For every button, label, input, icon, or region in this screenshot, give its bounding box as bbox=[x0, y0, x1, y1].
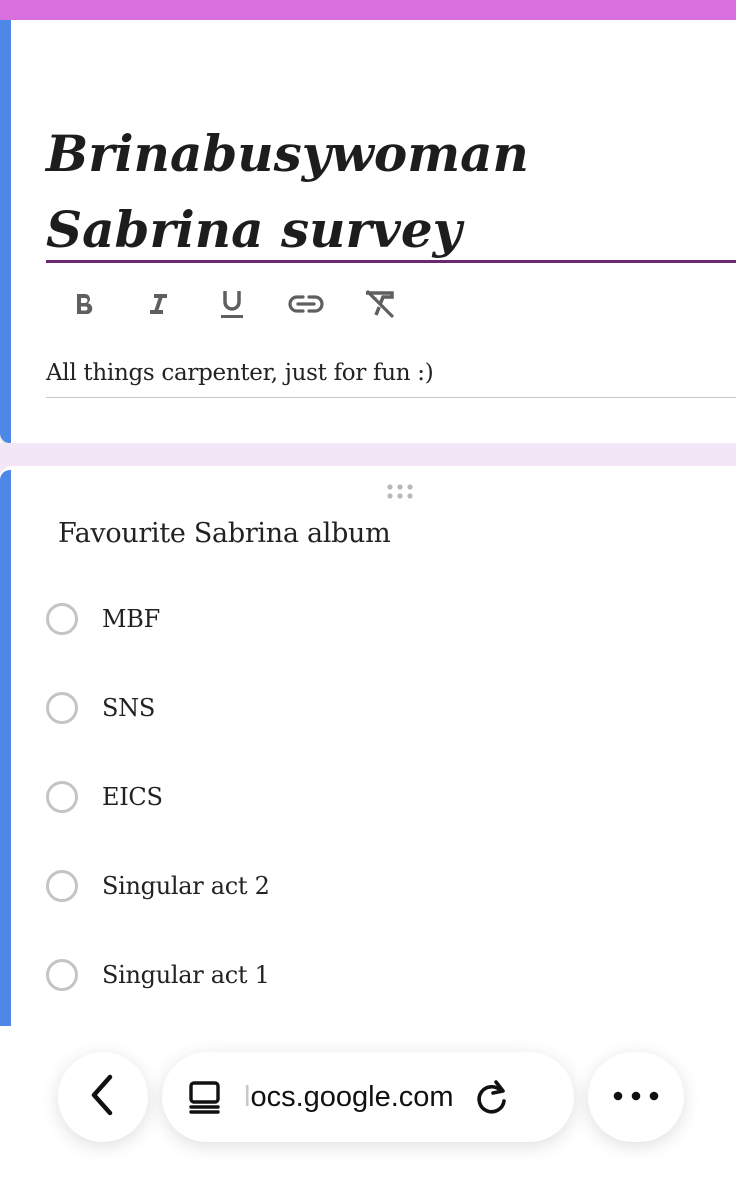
title-underline bbox=[46, 260, 736, 263]
question-card-accent bbox=[0, 470, 11, 1026]
active-card-accent bbox=[0, 20, 11, 443]
option-item[interactable]: SNS bbox=[46, 688, 155, 728]
link-icon[interactable] bbox=[282, 282, 330, 326]
bold-icon[interactable] bbox=[60, 282, 108, 326]
option-item[interactable]: Singular act 2 bbox=[46, 866, 270, 906]
option-item[interactable]: MBF bbox=[46, 599, 160, 639]
radio-button[interactable] bbox=[46, 959, 78, 991]
form-description[interactable]: All things carpenter, just for fun :) bbox=[46, 360, 736, 386]
option-label: MBF bbox=[102, 605, 160, 633]
option-item[interactable]: Singular act 1 bbox=[46, 955, 270, 995]
radio-button[interactable] bbox=[46, 870, 78, 902]
theme-top-band bbox=[0, 0, 736, 20]
option-label: SNS bbox=[102, 694, 155, 722]
formatting-toolbar bbox=[60, 282, 430, 326]
back-button[interactable] bbox=[58, 1052, 148, 1142]
question-title[interactable]: Favourite Sabrina album bbox=[58, 518, 391, 549]
description-underline bbox=[46, 397, 736, 398]
reader-mode-icon[interactable] bbox=[188, 1079, 222, 1115]
more-button[interactable] bbox=[588, 1052, 684, 1142]
reload-icon[interactable] bbox=[474, 1078, 510, 1116]
form-title[interactable]: Brinabusywoman Sabrina survey bbox=[46, 116, 736, 268]
question-card[interactable] bbox=[0, 466, 736, 1026]
clear-formatting-icon[interactable] bbox=[356, 282, 404, 326]
italic-icon[interactable] bbox=[134, 282, 182, 326]
underline-icon[interactable] bbox=[208, 282, 256, 326]
more-icon bbox=[613, 1088, 659, 1106]
option-item[interactable]: EICS bbox=[46, 777, 163, 817]
drag-handle-icon[interactable] bbox=[386, 483, 418, 501]
radio-button[interactable] bbox=[46, 692, 78, 724]
option-label: EICS bbox=[102, 783, 163, 811]
option-label: Singular act 2 bbox=[102, 872, 270, 900]
radio-button[interactable] bbox=[46, 603, 78, 635]
address-bar[interactable]: locs.google.com bbox=[162, 1052, 574, 1142]
radio-button[interactable] bbox=[46, 781, 78, 813]
option-label: Singular act 1 bbox=[102, 961, 270, 989]
url-text: locs.google.com bbox=[244, 1080, 454, 1113]
back-icon bbox=[88, 1073, 118, 1122]
